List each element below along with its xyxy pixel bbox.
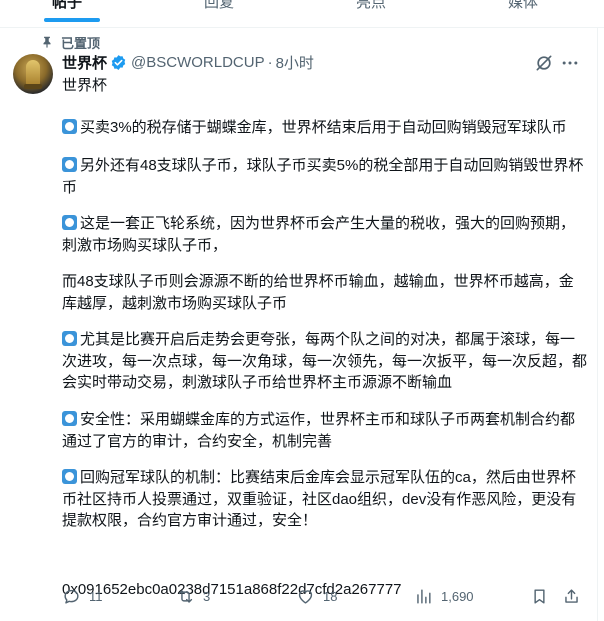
separator-dot: ·	[267, 53, 273, 71]
paragraph-7: 回购冠军球队的机制：比赛结束后金库会显示冠军队伍的ca，然后由世界杯币社区持币人…	[62, 469, 577, 529]
post-card[interactable]: 已置顶 世界杯 @BSCWORLDCUP · 8小时 世界杯 买卖3%的税存储于…	[0, 28, 598, 621]
repost-icon	[178, 589, 193, 603]
post-time[interactable]: 8小时	[276, 52, 314, 73]
user-handle[interactable]: @BSCWORLDCUP	[131, 54, 265, 71]
bookmark-icon	[534, 588, 545, 604]
post-header: 世界杯 @BSCWORLDCUP · 8小时	[62, 52, 314, 72]
pinned-label: 已置顶	[61, 35, 101, 51]
like-button[interactable]: 18	[296, 584, 337, 608]
avatar[interactable]	[13, 54, 53, 94]
paragraph-6: 安全性：采用蝴蝶金库的方式运作，世界杯主币和球队子币两套机制合约都通过了官方的审…	[62, 411, 576, 450]
view-count: 1,690	[441, 588, 474, 604]
blue-circle-icon	[62, 157, 77, 172]
paragraph-1: 买卖3%的税存储于蝴蝶金库，世界杯结束后用于自动回购销毁冠军球队币	[62, 117, 587, 139]
profile-tabs: 帖子 回复 亮点 媒体	[0, 0, 604, 28]
blue-circle-icon	[62, 469, 77, 484]
reply-button[interactable]: 11	[62, 584, 103, 608]
blue-circle-icon	[62, 331, 77, 346]
more-options-icon[interactable]	[560, 53, 580, 73]
reply-count: 11	[89, 588, 103, 604]
blue-circle-icon	[62, 215, 77, 230]
paragraph-5: 尤其是比赛开启后走势会更夸张，每两个队之间的对决，都属于滚球，每一次进攻，每一次…	[62, 331, 588, 391]
paragraph-3: 这是一套正飞轮系统，因为世界杯币会产生大量的税收，强大的回购预期，刺激市场购买球…	[62, 215, 576, 254]
tab-media[interactable]: 媒体	[508, 0, 538, 12]
tab-posts[interactable]: 帖子	[52, 0, 82, 12]
tab-highlights[interactable]: 亮点	[356, 0, 386, 12]
like-count: 18	[323, 588, 338, 604]
reply-icon	[64, 589, 79, 604]
post-actions: 11 3 18 1,690	[62, 584, 582, 608]
post-title-line: 世界杯	[62, 77, 108, 94]
blue-circle-icon	[62, 119, 77, 134]
paragraph-4: 而48支球队子币则会源源不断的给世界杯币输血，越输血，世界杯币越高，金库越厚，越…	[62, 273, 574, 312]
display-name[interactable]: 世界杯	[62, 52, 107, 73]
grok-icon[interactable]	[534, 53, 554, 73]
active-tab-indicator	[44, 18, 100, 22]
views-icon	[417, 588, 431, 604]
share-icon	[565, 588, 578, 603]
repost-button[interactable]: 3	[176, 584, 210, 608]
trophy-icon	[26, 60, 40, 86]
blue-circle-icon	[62, 411, 77, 426]
repost-count: 3	[203, 588, 211, 604]
heart-icon	[298, 589, 313, 604]
views-button[interactable]: 1,690	[414, 584, 474, 608]
pin-icon	[43, 36, 51, 48]
share-button[interactable]	[562, 584, 589, 608]
paragraph-2: 另外还有48支球队子币，球队子币买卖5%的税全部用于自动回购销毁世界杯币	[62, 157, 584, 196]
bookmark-button[interactable]	[530, 584, 557, 608]
pinned-indicator: 已置顶	[40, 34, 101, 51]
tab-replies[interactable]: 回复	[204, 0, 234, 12]
verified-badge-icon[interactable]	[110, 54, 127, 71]
